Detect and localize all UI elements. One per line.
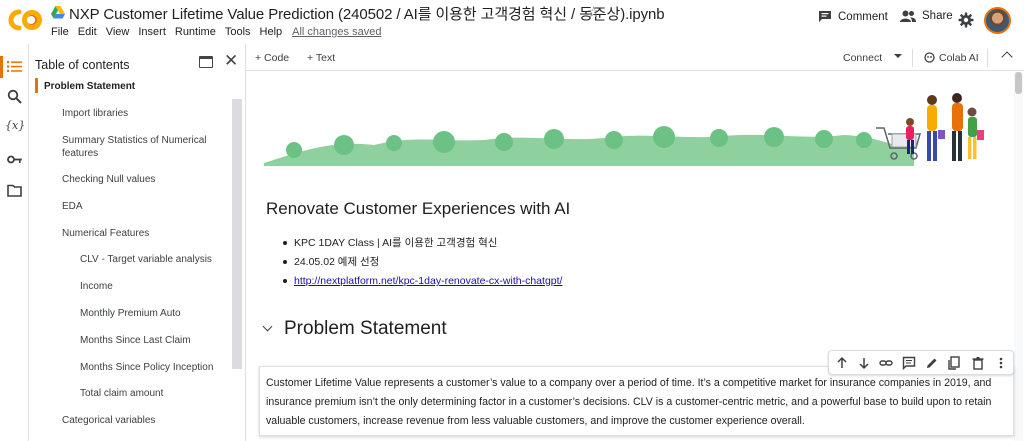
cell-toolbar <box>828 350 1014 375</box>
more-icon[interactable] <box>994 356 1008 370</box>
toc-scrollbar[interactable] <box>232 99 242 369</box>
open-in-window-icon[interactable] <box>199 56 213 68</box>
toc-item-months-since-policy-inception[interactable]: Months Since Policy Inception <box>80 361 213 374</box>
colab-ai-icon <box>924 52 935 63</box>
list-item: 24.05.02 예제 선정 <box>283 256 562 275</box>
mirror-cell-icon[interactable] <box>947 356 961 370</box>
list-item: http://nextplatform.net/kpc-1day-renovat… <box>283 275 562 294</box>
drive-icon[interactable] <box>51 6 65 19</box>
arrow-down-icon[interactable] <box>857 356 871 370</box>
toc-item-numerical-features[interactable]: Numerical Features <box>62 227 149 240</box>
left-rail: {x} <box>0 44 29 441</box>
info-bullet-list: KPC 1DAY Class | AI를 이용한 고객경험 혁신 24.05.0… <box>283 237 562 294</box>
menu-tools[interactable]: Tools <box>225 26 251 38</box>
toc-item-months-since-last-claim[interactable]: Months Since Last Claim <box>80 334 191 347</box>
list-item: KPC 1DAY Class | AI를 이용한 고객경험 혁신 <box>283 237 562 256</box>
menu-edit[interactable]: Edit <box>78 26 97 38</box>
notebook-title[interactable]: NXP Customer Lifetime Value Prediction (… <box>69 3 665 24</box>
menu-help[interactable]: Help <box>260 26 283 38</box>
add-text-button[interactable]: + Text <box>307 52 335 64</box>
menu-view[interactable]: View <box>106 26 130 38</box>
menu-runtime[interactable]: Runtime <box>175 26 216 38</box>
key-icon[interactable] <box>7 152 22 167</box>
notebook-heading: Renovate Customer Experiences with AI <box>266 199 571 218</box>
section-title: Problem Statement <box>284 318 447 339</box>
avatar[interactable] <box>984 7 1011 34</box>
variables-icon[interactable]: {x} <box>5 119 25 134</box>
toc-item-eda[interactable]: EDA <box>62 200 83 213</box>
toc-item-problem-statement[interactable]: Problem Statement <box>44 80 135 93</box>
toc-item-import-libraries[interactable]: Import libraries <box>62 107 128 120</box>
toc-item-monthly-premium-auto[interactable]: Monthly Premium Auto <box>80 307 181 320</box>
chevron-down-icon[interactable] <box>894 54 902 58</box>
menu-insert[interactable]: Insert <box>138 26 166 38</box>
link-icon[interactable] <box>879 356 893 370</box>
toc-item-summary-statistics[interactable]: Summary Statistics of Numerical features <box>62 134 222 160</box>
search-icon[interactable] <box>7 89 22 104</box>
delete-icon[interactable] <box>971 356 985 370</box>
add-code-button[interactable]: + Code <box>255 52 289 64</box>
toc-item-income[interactable]: Income <box>80 280 113 293</box>
colab-logo[interactable] <box>6 7 44 33</box>
arrow-up-icon[interactable] <box>835 356 849 370</box>
text-cell[interactable]: Customer Lifetime Value represents a cus… <box>259 366 1014 436</box>
notebook-toolbar: + Code + Text Connect Colab AI <box>246 44 1024 71</box>
people-icon <box>900 10 916 22</box>
menu-bar: File Edit View Insert Runtime Tools Help… <box>51 26 381 38</box>
share-label: Share <box>922 10 953 22</box>
star-icon[interactable]: ☆ <box>587 3 600 21</box>
cell-paragraph: Customer Lifetime Value represents a cus… <box>266 377 992 427</box>
rail-active-indicator <box>0 56 3 78</box>
comment-button[interactable]: Comment <box>818 10 888 23</box>
close-icon[interactable]: ✕ <box>224 51 238 71</box>
toc-title: Table of contents <box>35 58 130 72</box>
toolbar-divider <box>987 49 988 67</box>
toc-panel: Table of contents ✕ Problem Statement Im… <box>29 44 246 441</box>
banner-illustration <box>264 93 984 166</box>
header-bar: NXP Customer Lifetime Value Prediction (… <box>0 0 1024 44</box>
toc-item-checking-null-values[interactable]: Checking Null values <box>62 173 155 186</box>
scrollbar-thumb[interactable] <box>1015 72 1022 94</box>
toc-item-total-claim-amount[interactable]: Total claim amount <box>80 387 163 400</box>
edit-icon[interactable] <box>925 356 939 370</box>
toc-item-clv-target[interactable]: CLV - Target variable analysis <box>80 253 212 266</box>
share-button[interactable]: Share <box>900 10 953 22</box>
menu-file[interactable]: File <box>51 26 69 38</box>
connect-button[interactable]: Connect <box>843 52 882 64</box>
gear-icon[interactable] <box>958 12 974 28</box>
comment-label: Comment <box>838 10 888 23</box>
comment-icon[interactable] <box>902 356 916 370</box>
toc-item-categorical-variables[interactable]: Categorical variables <box>62 414 155 427</box>
save-status[interactable]: All changes saved <box>292 26 381 38</box>
colab-ai-button[interactable]: Colab AI <box>939 52 979 64</box>
toolbar-divider <box>912 49 913 67</box>
blog-link[interactable]: http://nextplatform.net/kpc-1day-renovat… <box>294 275 562 287</box>
toc-list-icon[interactable] <box>7 59 22 74</box>
chevron-up-icon[interactable] <box>1001 51 1013 63</box>
toc-active-indicator <box>35 78 38 93</box>
comment-icon <box>819 11 831 22</box>
notebook-scrollbar[interactable] <box>1014 72 1023 441</box>
folder-icon[interactable] <box>7 183 22 198</box>
